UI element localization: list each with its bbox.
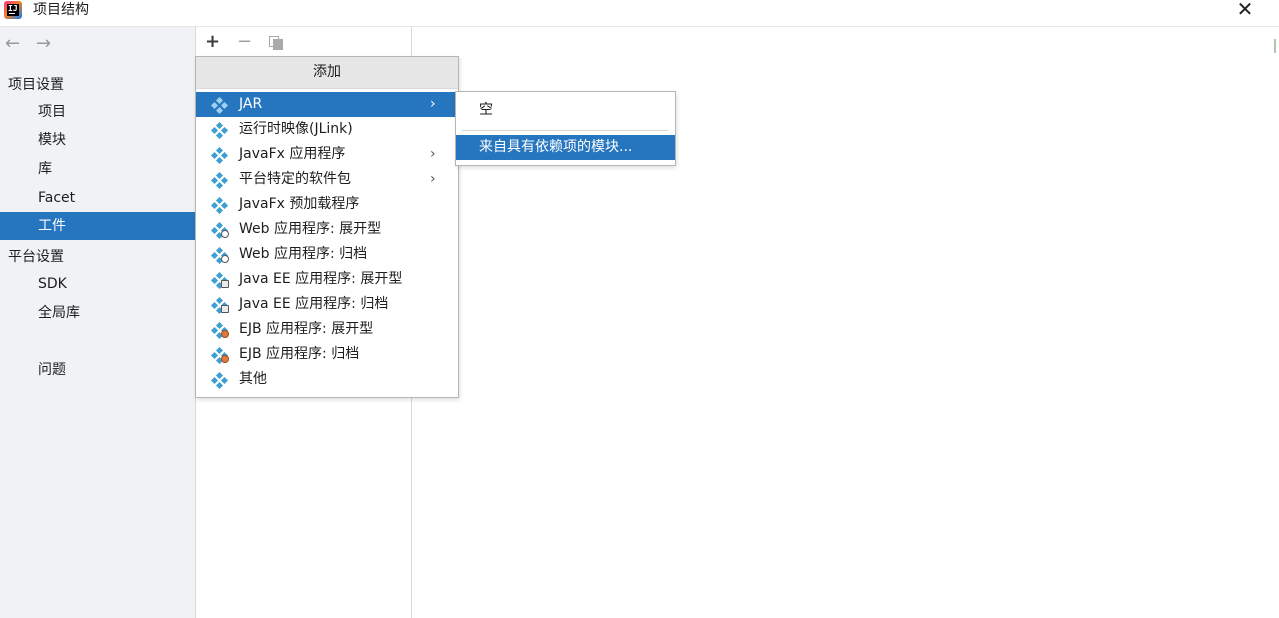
menu-item-label: Java EE 应用程序: 归档 bbox=[239, 296, 389, 312]
ejb-artifact-icon bbox=[210, 321, 229, 340]
chevron-right-icon: › bbox=[430, 171, 436, 187]
artifact-icon bbox=[210, 171, 229, 190]
settings-sidebar: ← → 项目设置 项目 模块 库 Facet 工件 平台设置 SDK 全局库 问… bbox=[0, 27, 196, 618]
scroll-edge-marker bbox=[1274, 39, 1279, 53]
title-bar: IJ 项目结构 ✕ bbox=[0, 0, 1279, 27]
menu-item-label: Web 应用程序: 归档 bbox=[239, 246, 368, 262]
menu-item-platform-specific-package[interactable]: 平台特定的软件包 › bbox=[196, 167, 458, 192]
intellij-logo-icon: IJ bbox=[4, 1, 22, 19]
menu-item-label: 平台特定的软件包 bbox=[239, 171, 351, 187]
copy-icon[interactable] bbox=[269, 36, 283, 50]
back-arrow-icon[interactable]: ← bbox=[5, 35, 20, 53]
sidebar-item-artifacts[interactable]: 工件 bbox=[0, 212, 195, 240]
close-button[interactable]: ✕ bbox=[1233, 0, 1257, 20]
javaee-artifact-icon bbox=[210, 271, 229, 290]
menu-item-web-app-archive[interactable]: Web 应用程序: 归档 bbox=[196, 242, 458, 267]
menu-item-javafx-application[interactable]: JavaFx 应用程序 › bbox=[196, 142, 458, 167]
sidebar-item-modules[interactable]: 模块 bbox=[0, 126, 195, 154]
sidebar-item-libraries[interactable]: 库 bbox=[0, 155, 195, 183]
popup-title: 添加 bbox=[196, 57, 458, 89]
artifact-icon bbox=[210, 96, 229, 115]
jar-submenu: 空 来自具有依赖项的模块... bbox=[455, 91, 676, 166]
add-artifact-popup: 添加 JAR › 运行时映像(JLink) JavaFx 应用程序 › 平台特定的软件包 ›… bbox=[195, 56, 459, 398]
ejb-artifact-icon bbox=[210, 346, 229, 365]
platform-settings-header: 平台设置 bbox=[8, 249, 64, 265]
menu-item-label: EJB 应用程序: 展开型 bbox=[239, 321, 374, 337]
menu-item-label: EJB 应用程序: 归档 bbox=[239, 346, 360, 362]
menu-item-javafx-preloader[interactable]: JavaFx 预加载程序 bbox=[196, 192, 458, 217]
submenu-separator bbox=[462, 130, 668, 131]
menu-item-ejb-app-archive[interactable]: EJB 应用程序: 归档 bbox=[196, 342, 458, 367]
chevron-right-icon: › bbox=[430, 96, 436, 112]
javaee-artifact-icon bbox=[210, 296, 229, 315]
menu-item-ejb-app-exploded[interactable]: EJB 应用程序: 展开型 bbox=[196, 317, 458, 342]
menu-item-label: 运行时映像(JLink) bbox=[239, 121, 353, 137]
sidebar-item-facets[interactable]: Facet bbox=[0, 184, 195, 212]
submenu-item-from-modules-with-dependencies[interactable]: 来自具有依赖项的模块... bbox=[456, 135, 675, 160]
submenu-item-empty[interactable]: 空 bbox=[456, 98, 675, 123]
menu-item-other[interactable]: 其他 bbox=[196, 367, 458, 392]
menu-item-runtime-image-jlink[interactable]: 运行时映像(JLink) bbox=[196, 117, 458, 142]
menu-item-label: 其他 bbox=[239, 371, 267, 387]
artifact-icon bbox=[210, 371, 229, 390]
menu-item-label: JavaFx 应用程序 bbox=[239, 146, 346, 162]
artifact-icon bbox=[210, 196, 229, 215]
menu-item-label: JAR bbox=[239, 96, 263, 112]
sidebar-item-problems[interactable]: 问题 bbox=[0, 356, 195, 384]
forward-arrow-icon[interactable]: → bbox=[36, 35, 51, 53]
chevron-right-icon: › bbox=[430, 146, 436, 162]
menu-item-label: JavaFx 预加载程序 bbox=[239, 196, 360, 212]
window-title: 项目结构 bbox=[33, 2, 89, 18]
menu-item-jar[interactable]: JAR › bbox=[196, 92, 458, 117]
menu-item-label: Java EE 应用程序: 展开型 bbox=[239, 271, 403, 287]
menu-item-web-app-exploded[interactable]: Web 应用程序: 展开型 bbox=[196, 217, 458, 242]
add-button[interactable]: + bbox=[205, 33, 220, 51]
remove-button[interactable]: − bbox=[237, 33, 252, 51]
sidebar-item-project[interactable]: 项目 bbox=[0, 98, 195, 126]
project-settings-header: 项目设置 bbox=[8, 77, 64, 93]
menu-item-javaee-app-exploded[interactable]: Java EE 应用程序: 展开型 bbox=[196, 267, 458, 292]
menu-item-javaee-app-archive[interactable]: Java EE 应用程序: 归档 bbox=[196, 292, 458, 317]
sidebar-item-sdks[interactable]: SDK bbox=[0, 270, 195, 298]
menu-item-label: Web 应用程序: 展开型 bbox=[239, 221, 382, 237]
sidebar-item-global-libraries[interactable]: 全局库 bbox=[0, 299, 195, 327]
artifact-icon bbox=[210, 121, 229, 140]
artifact-icon bbox=[210, 146, 229, 165]
web-artifact-icon bbox=[210, 221, 229, 240]
web-artifact-icon bbox=[210, 246, 229, 265]
